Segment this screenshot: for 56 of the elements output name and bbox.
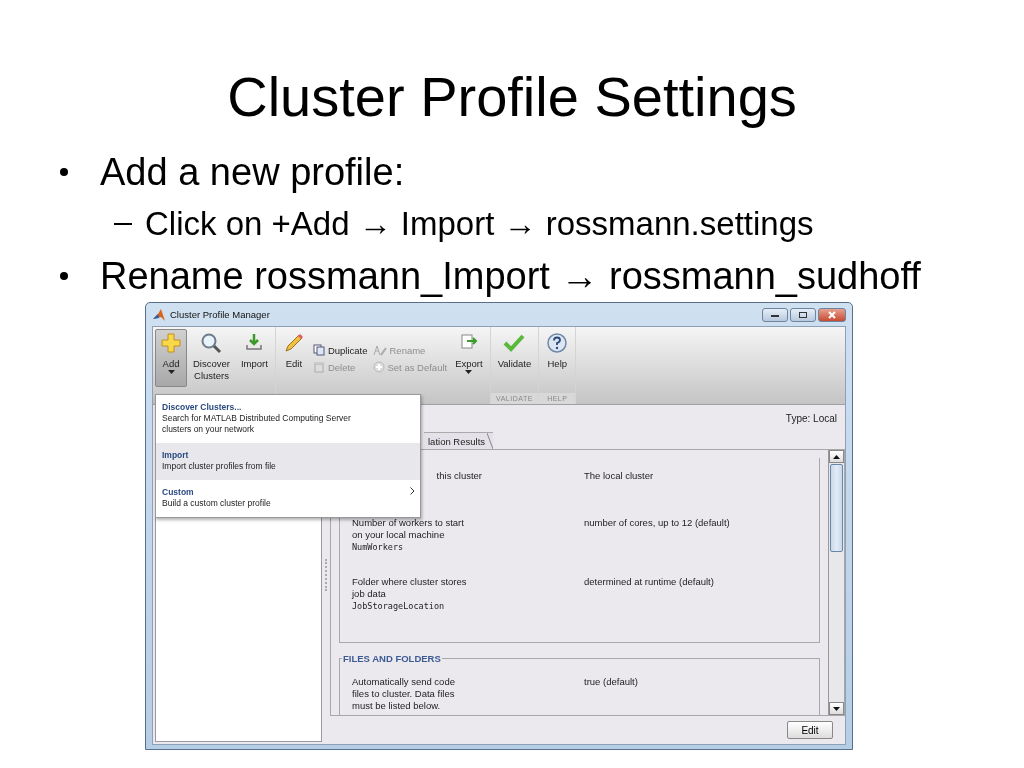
minimize-button[interactable] [762,307,788,322]
bullet-icon [60,272,68,280]
property-description: this cluster [435,470,482,482]
text-edit-icon [372,344,387,356]
slide-title: Cluster Profile Settings [226,67,798,127]
dash-icon [114,223,132,225]
scrollbar[interactable] [828,450,844,715]
property-value: number of cores, up to 12 (default) [584,517,730,530]
trash-icon [312,361,325,373]
menu-item[interactable]: Import Import cluster profiles from file [156,443,420,480]
close-button[interactable] [818,307,846,322]
section-title: FILES AND FOLDERS [342,653,442,664]
tab[interactable]: lation Results [424,432,494,449]
toolbar-button[interactable]: Help [541,329,574,387]
toolbar-button[interactable]: Import [235,329,273,387]
type-label: Type: Local [785,413,837,424]
property-name: JobStorageLocation [352,600,446,612]
bullet-text: Add a new profile: [100,150,405,194]
logo-icon [152,307,166,322]
toolbar-button[interactable]: Export [450,329,488,387]
search-icon [200,332,223,354]
plus-circle-icon [372,361,385,373]
scroll-down-button[interactable] [829,702,844,715]
edit-button[interactable]: Edit [787,721,833,739]
bullet-text: Click on +Add → Import → rossmann.settings [145,205,814,243]
menu-item[interactable]: Discover Clusters... Search for MATLAB Distributed Computing Server clusters on your network [156,395,420,443]
toolbar-button[interactable]: Validate [492,329,537,387]
toolbar-button[interactable]: Discover Clusters [188,329,235,387]
window-title: Cluster Profile Manager [170,309,271,320]
scroll-thumb[interactable] [830,464,843,552]
toolbar-button[interactable]: Edit [277,329,310,387]
scroll-up-button[interactable] [829,450,844,463]
property-value: true (default) [584,676,638,689]
bullet-icon [60,168,68,176]
pencil-icon [282,332,305,354]
menu-item[interactable]: Custom Build a custom cluster profile [156,480,420,517]
property-description: Number of workers to start on your local machine [352,517,465,541]
slash-icon [487,433,494,449]
check-icon [503,332,526,354]
up-arrow-icon [833,454,840,459]
bullet-text: Rename rossmann_Import → rossmann_sudhoff [100,254,921,298]
help-icon [546,332,569,354]
property-value: The local cluster [584,470,654,482]
splitter-grip[interactable] [324,558,328,591]
down-arrow-icon [833,706,840,711]
plus-icon [160,332,182,354]
close-icon [827,310,837,319]
property-name: NumWorkers [352,541,405,553]
property-description: Folder where cluster stores job data [352,576,468,600]
toolbar-button[interactable]: Add [155,329,187,387]
maximize-button[interactable] [790,307,816,322]
property-description: Automatically send code files to cluster. Data files must be listed below. [352,676,456,712]
toolbar-button[interactable]: Duplicate [310,343,370,357]
property-value: determined at runtime (default) [584,576,714,589]
maximize-icon [798,310,808,319]
copy-icon [312,344,325,356]
